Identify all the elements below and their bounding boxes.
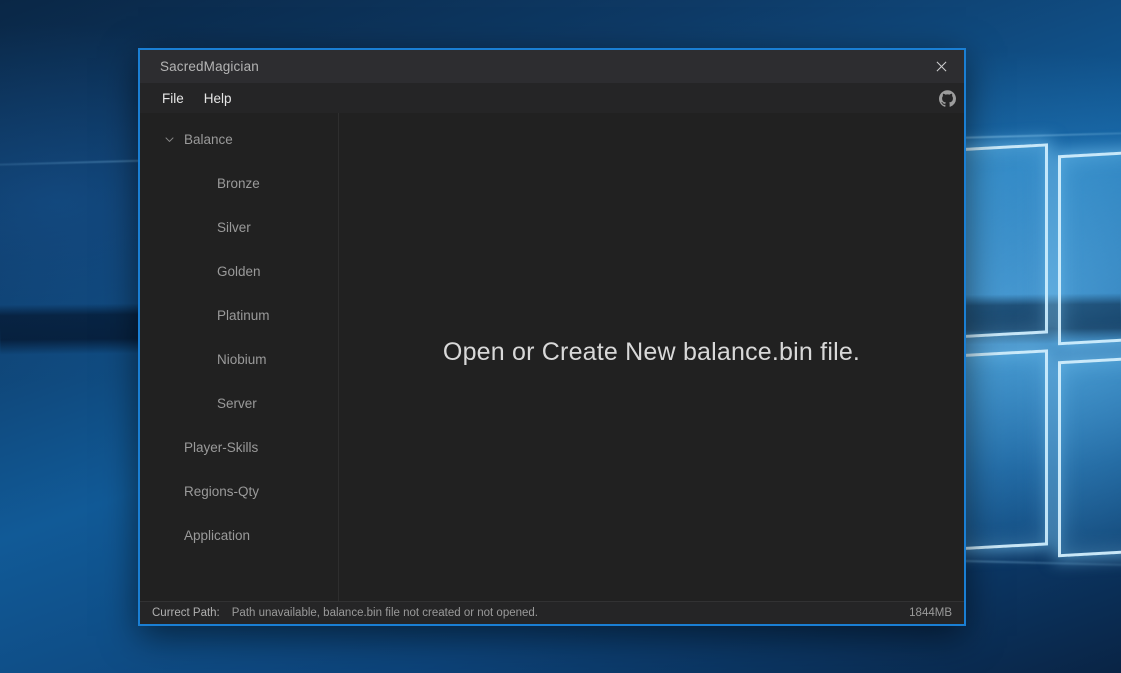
status-path-label: Currect Path: bbox=[152, 607, 220, 619]
memory-usage-indicator: 1844MB bbox=[909, 607, 952, 619]
tree-item-label: Balance bbox=[184, 131, 233, 147]
windows-logo-pane-bottom-left bbox=[952, 349, 1048, 551]
sidebar-tree: Balance Bronze Silver Golden Platinum Niobium… bbox=[140, 113, 339, 601]
tree-item-platinum[interactable]: Platinum bbox=[140, 301, 338, 329]
tree-item-server[interactable]: Server bbox=[140, 389, 338, 417]
tree-item-golden[interactable]: Golden bbox=[140, 257, 338, 285]
menu-help[interactable]: Help bbox=[194, 87, 242, 110]
tree-item-bronze[interactable]: Bronze bbox=[140, 169, 338, 197]
tree-item-niobium[interactable]: Niobium bbox=[140, 345, 338, 373]
tree-item-application[interactable]: Application bbox=[140, 521, 338, 549]
tree-item-label: Niobium bbox=[217, 351, 267, 367]
title-bar[interactable]: SacredMagician bbox=[140, 50, 964, 83]
application-window: SacredMagician File Help Balance Bronze Si… bbox=[138, 48, 966, 626]
tree-item-label: Platinum bbox=[217, 307, 270, 323]
chevron-down-icon bbox=[164, 134, 180, 145]
close-button[interactable] bbox=[919, 50, 964, 83]
status-path-value: Path unavailable, balance.bin file not c… bbox=[231, 607, 538, 619]
github-octocat-icon bbox=[938, 89, 956, 107]
windows-logo-pane-top-left bbox=[952, 143, 1048, 339]
content-area: Open or Create New balance.bin file. bbox=[339, 113, 964, 601]
tree-item-label: Application bbox=[184, 527, 251, 543]
tree-item-silver[interactable]: Silver bbox=[140, 213, 338, 241]
status-bar: Currect Path: Path unavailable, balance.… bbox=[140, 601, 964, 624]
windows-logo-pane-bottom-right bbox=[1058, 354, 1121, 558]
tree-item-balance[interactable]: Balance bbox=[140, 125, 338, 153]
tree-item-label: Golden bbox=[217, 263, 261, 279]
close-icon bbox=[935, 60, 948, 73]
tree-item-player-skills[interactable]: Player-Skills bbox=[140, 433, 338, 461]
menu-bar: File Help bbox=[140, 83, 964, 113]
tree-item-label: Server bbox=[217, 395, 257, 411]
tree-item-label: Regions-Qty bbox=[184, 483, 260, 499]
tree-item-label: Silver bbox=[217, 219, 251, 235]
window-title: SacredMagician bbox=[160, 59, 259, 74]
window-body: Balance Bronze Silver Golden Platinum Niobium… bbox=[140, 113, 964, 601]
menu-file[interactable]: File bbox=[152, 87, 194, 110]
tree-item-label: Player-Skills bbox=[184, 439, 259, 455]
tree-item-regions-qty[interactable]: Regions-Qty bbox=[140, 477, 338, 505]
windows-logo-pane-top-right bbox=[1058, 148, 1121, 346]
github-button[interactable] bbox=[930, 83, 964, 113]
content-placeholder-text: Open or Create New balance.bin file. bbox=[442, 337, 861, 366]
tree-item-label: Bronze bbox=[217, 175, 260, 191]
